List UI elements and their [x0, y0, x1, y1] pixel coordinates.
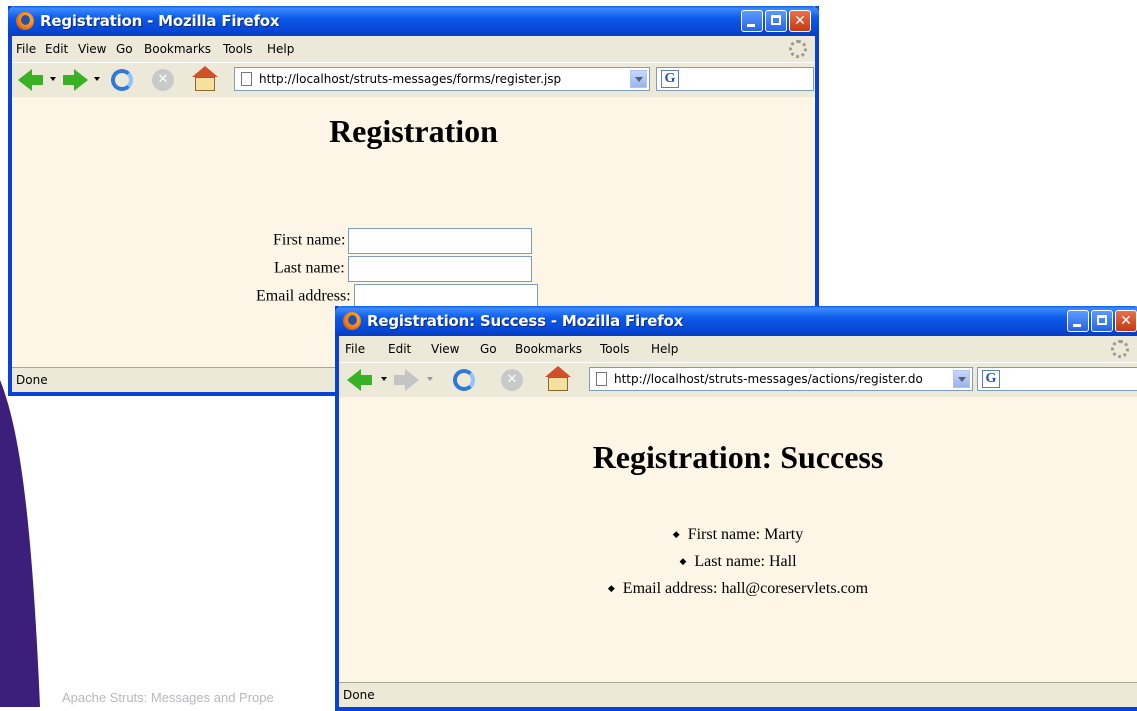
throbber-icon	[789, 40, 807, 58]
result-list: First name: Marty Last name: Hall Email …	[339, 521, 1137, 602]
last-name-label: Last name:	[274, 259, 345, 277]
url-text: http://localhost/struts-messages/forms/r…	[259, 72, 562, 86]
page-icon	[596, 372, 607, 386]
page-icon	[241, 72, 252, 86]
registration-success-window: Registration: Success - Mozilla Firefox …	[335, 306, 1137, 711]
forward-button[interactable]	[62, 67, 88, 93]
firefox-icon	[343, 312, 361, 330]
close-icon: ✕	[1120, 313, 1132, 329]
forward-history-dropdown[interactable]	[94, 77, 100, 81]
url-bar[interactable]: http://localhost/struts-messages/forms/r…	[234, 67, 650, 91]
status-text: Done	[343, 688, 375, 702]
stop-icon: ✕	[501, 369, 523, 391]
url-dropdown-button[interactable]	[953, 370, 970, 388]
status-bar: Done	[339, 682, 1137, 707]
menu-bar: File Edit View Go Bookmarks Tools Help	[12, 36, 815, 62]
minimize-icon	[742, 11, 762, 31]
menu-tools[interactable]: Tools	[600, 342, 630, 356]
forward-arrow-icon	[63, 69, 88, 91]
menu-file[interactable]: File	[16, 42, 36, 56]
back-button[interactable]	[18, 67, 44, 93]
url-bar[interactable]: http://localhost/struts-messages/actions…	[589, 367, 973, 391]
forward-arrow-icon	[394, 369, 419, 391]
menu-go[interactable]: Go	[480, 342, 497, 356]
menu-bookmarks[interactable]: Bookmarks	[515, 342, 582, 356]
maximize-button[interactable]	[765, 10, 787, 32]
maximize-icon	[1092, 311, 1112, 331]
window-title: Registration: Success - Mozilla Firefox	[367, 312, 684, 330]
reload-icon	[111, 69, 133, 91]
google-search-icon[interactable]: G	[982, 370, 1000, 388]
menu-file[interactable]: File	[345, 342, 365, 356]
navigation-toolbar: ✕ http://localhost/struts-messages/actio…	[339, 362, 1137, 398]
menu-edit[interactable]: Edit	[388, 342, 411, 356]
slide-footer: Apache Struts: Messages and Prope	[62, 690, 274, 705]
back-arrow-icon	[18, 69, 43, 91]
url-text: http://localhost/struts-messages/actions…	[614, 372, 923, 386]
minimize-button[interactable]	[741, 10, 763, 32]
title-bar[interactable]: Registration: Success - Mozilla Firefox …	[335, 306, 1137, 336]
menu-help[interactable]: Help	[267, 42, 294, 56]
status-text: Done	[16, 373, 48, 387]
menu-tools[interactable]: Tools	[223, 42, 253, 56]
search-box[interactable]: G	[977, 367, 1137, 391]
back-button[interactable]	[347, 367, 373, 393]
url-dropdown-button[interactable]	[630, 70, 647, 88]
back-history-dropdown[interactable]	[50, 77, 56, 81]
home-button[interactable]	[545, 366, 571, 393]
home-icon	[192, 66, 218, 91]
list-item: First name: Marty	[339, 521, 1137, 548]
minimize-icon	[1068, 311, 1088, 331]
stop-icon: ✕	[152, 69, 174, 91]
search-box[interactable]: G	[656, 67, 814, 91]
reload-icon	[453, 369, 475, 391]
first-name-input[interactable]	[348, 228, 533, 254]
menu-view[interactable]: View	[78, 42, 106, 56]
stop-button[interactable]: ✕	[150, 67, 176, 93]
menu-help[interactable]: Help	[651, 342, 678, 356]
home-button[interactable]	[192, 66, 218, 93]
first-name-label: First name:	[273, 231, 346, 249]
minimize-button[interactable]	[1067, 310, 1089, 332]
reload-button[interactable]	[109, 67, 135, 93]
back-arrow-icon	[347, 369, 372, 391]
menu-bar: File Edit View Go Bookmarks Tools Help	[339, 336, 1137, 362]
close-icon: ✕	[794, 13, 806, 29]
email-label: Email address:	[256, 287, 351, 305]
menu-view[interactable]: View	[431, 342, 459, 356]
back-history-dropdown[interactable]	[381, 377, 387, 381]
list-item: Last name: Hall	[339, 548, 1137, 575]
last-name-row: Last name:	[274, 256, 532, 282]
page-heading: Registration	[329, 113, 498, 149]
firefox-icon	[16, 12, 34, 30]
reload-button[interactable]	[451, 367, 477, 393]
close-button[interactable]: ✕	[1115, 310, 1137, 332]
menu-go[interactable]: Go	[116, 42, 133, 56]
page-content: Registration: Success First name: Marty …	[339, 397, 1137, 683]
menu-edit[interactable]: Edit	[45, 42, 68, 56]
first-name-row: First name:	[273, 228, 533, 254]
close-button[interactable]: ✕	[789, 10, 811, 32]
maximize-icon	[766, 11, 786, 31]
forward-history-dropdown[interactable]	[427, 377, 433, 381]
window-title: Registration - Mozilla Firefox	[40, 12, 280, 30]
page-heading: Registration: Success	[592, 439, 884, 475]
last-name-input[interactable]	[347, 256, 532, 282]
google-search-icon[interactable]: G	[661, 70, 679, 88]
stop-button[interactable]: ✕	[499, 367, 525, 393]
menu-bookmarks[interactable]: Bookmarks	[144, 42, 211, 56]
navigation-toolbar: ✕ http://localhost/struts-messages/forms…	[12, 62, 815, 98]
home-icon	[545, 366, 571, 391]
forward-button[interactable]	[393, 367, 419, 393]
maximize-button[interactable]	[1091, 310, 1113, 332]
list-item: Email address: hall@coreservlets.com	[339, 575, 1137, 602]
throbber-icon	[1111, 340, 1129, 358]
title-bar[interactable]: Registration - Mozilla Firefox ✕	[8, 6, 819, 36]
